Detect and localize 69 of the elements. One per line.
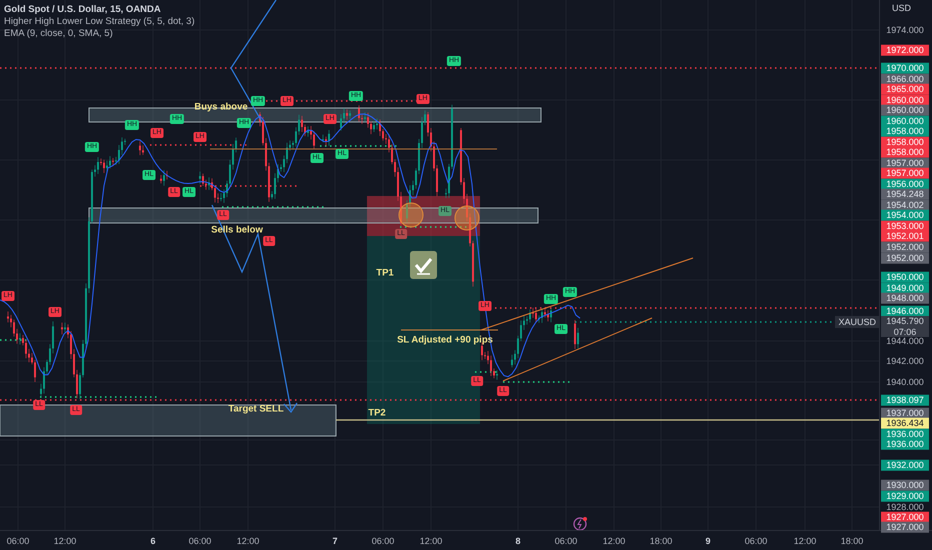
time-label: 12:00 [420,536,442,546]
price-label: 1949.000 [881,282,929,294]
time-label: 06:00 [188,536,212,546]
price-label: 1954.000 [881,210,929,220]
price-label: 1946.000 [881,306,929,316]
time-label: 12:00 [602,536,626,546]
price-label: 1938.097 [881,394,929,406]
price-label: 1974.000 [885,24,925,36]
time-label: 06:00 [554,536,578,546]
price-label: 1927.000 [881,522,929,532]
price-label: 1972.000 [881,44,929,56]
checkmark-icon [410,251,437,279]
price-label: 1965.000 [881,84,929,94]
price-label: 1960.000 [881,94,929,106]
price-label: 1936.000 [881,438,929,450]
price-label: 1952.001 [881,230,929,242]
price-label: 1944.000 [885,336,925,346]
price-label: 1936.434 [881,418,929,428]
time-label: 7 [332,536,338,546]
symbol-tag: XAUUSD [835,316,879,328]
price-label: 1958.000 [881,146,929,158]
time-label: 6 [150,536,156,546]
indicator-legend: Higher High Lower Low Strategy (5, 5, dot, 3) [4,16,195,27]
time-label: 06:00 [6,536,30,546]
price-label: 1954.002 [881,200,929,210]
price-label: 1956.000 [881,178,929,190]
lightning-icon[interactable] [573,517,587,530]
price-label: 1937.000 [881,408,929,418]
price-label: 1957.000 [881,158,929,168]
price-label: 1966.000 [881,74,929,84]
chart-annotation: TP1 [376,268,394,278]
price-label: 1929.000 [881,490,929,502]
chart-annotation: TP2 [368,408,386,418]
symbol-title: Gold Spot / U.S. Dollar, 15, OANDA [4,4,162,15]
time-label: 12:00 [236,536,260,546]
price-label: 1928.000 [885,502,925,512]
time-label: 9 [706,536,710,546]
price-label: 1960.000 [881,116,929,126]
indicator-legend: EMA (9, close, 0, SMA, 5) [4,28,195,39]
price-label: 1940.000 [885,376,925,388]
time-label: 06:00 [744,536,768,546]
current-price: 1945.790 [886,316,924,326]
price-label: 1927.000 [881,512,929,522]
price-label: 1958.000 [881,136,929,148]
price-label: 1952.000 [881,242,929,252]
time-label: 12:00 [794,536,816,546]
currency-label: USD [892,3,912,13]
highlight-circle [454,206,480,230]
price-label: 1936.000 [881,428,929,440]
highlight-circle [398,202,424,228]
time-label: 12:00 [54,536,76,546]
price-label: 1930.000 [881,480,929,490]
price-label: 1960.000 [881,104,929,116]
price-label: 1958.000 [881,126,929,136]
price-label: 1954.248 [881,188,929,200]
time-label: 18:00 [650,536,672,546]
price-label: 1970.000 [881,62,929,74]
price-label: 1952.000 [881,252,929,264]
time-label: 8 [516,536,520,546]
price-label: 1950.000 [881,272,929,282]
chart-annotation: Target SELL [228,404,284,414]
time-label: 06:00 [372,536,394,546]
price-label: 1932.000 [881,460,929,470]
price-label: 1957.000 [881,168,929,178]
time-label: 18:00 [840,536,864,546]
price-label: 1942.000 [885,356,925,366]
price-label: 1948.000 [881,292,929,304]
bar-countdown: 07:06 [894,326,916,337]
price-label: 1953.000 [881,220,929,232]
